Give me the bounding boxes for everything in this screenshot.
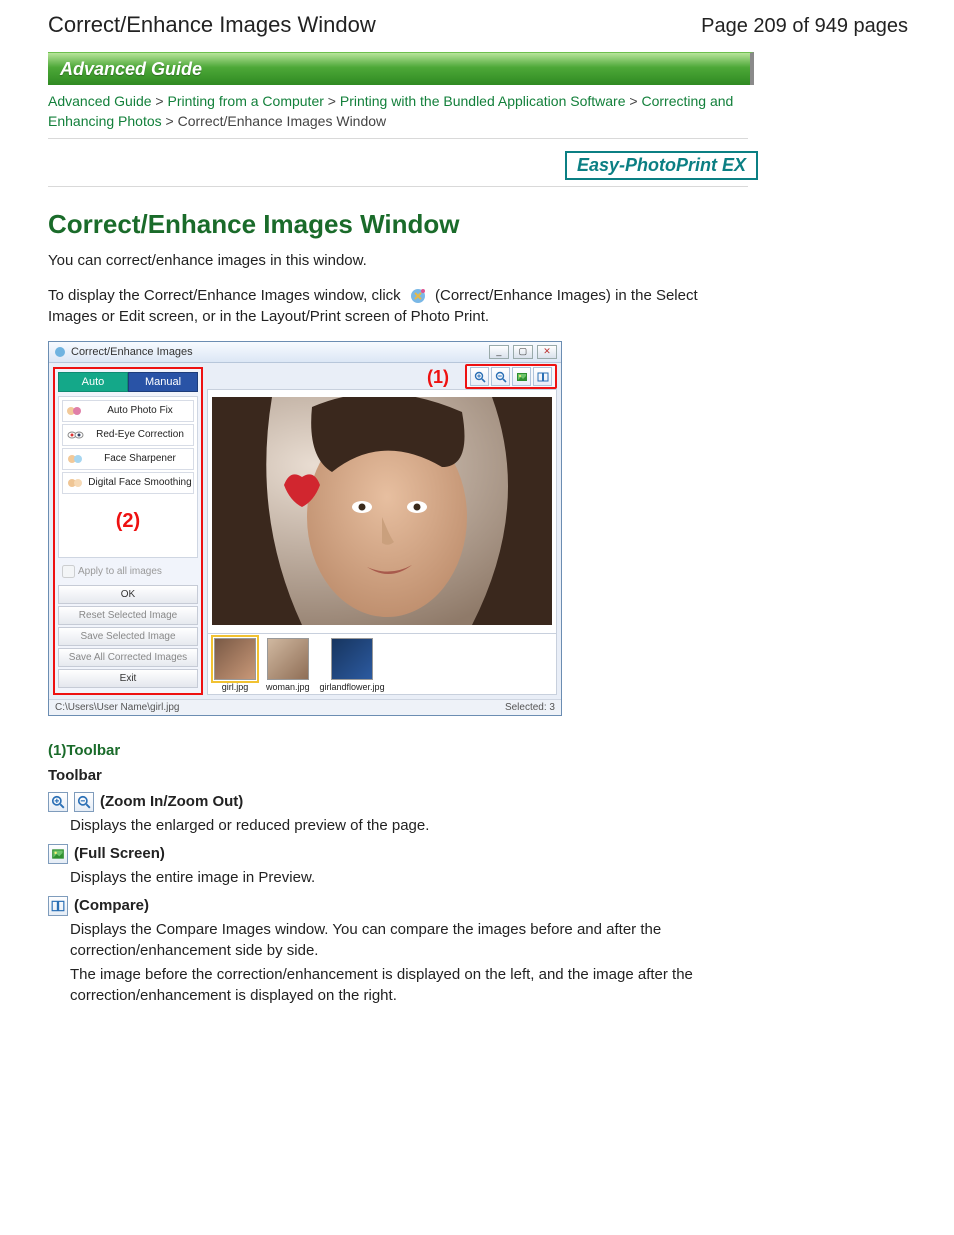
close-button[interactable]: ✕ — [537, 345, 557, 359]
save-selected-button[interactable]: Save Selected Image — [58, 627, 198, 646]
reset-selected-button[interactable]: Reset Selected Image — [58, 606, 198, 625]
app-title: Correct/Enhance Images — [71, 346, 193, 358]
face-sharpener-icon — [63, 452, 87, 466]
annotation-1: (1) — [427, 367, 449, 388]
toolbar-item-fullscreen: (Full Screen) Displays the entire image … — [48, 844, 908, 888]
face-smoothing-icon — [63, 476, 87, 490]
page-title: Correct/Enhance Images Window — [48, 209, 908, 240]
breadcrumb-link[interactable]: Advanced Guide — [48, 93, 152, 109]
toolbar-group — [465, 364, 557, 389]
app-window: Correct/Enhance Images _ ▢ ✕ Auto Manual… — [48, 341, 562, 716]
annotation-2: (2) — [62, 510, 194, 533]
status-path: C:\Users\User Name\girl.jpg — [55, 702, 179, 713]
breadcrumb-link[interactable]: Printing from a Computer — [168, 93, 324, 109]
tab-auto[interactable]: Auto — [58, 372, 128, 392]
page-header-title: Correct/Enhance Images Window — [48, 12, 376, 38]
toolbar: (1) — [207, 367, 557, 387]
maximize-button[interactable]: ▢ — [513, 345, 533, 359]
divider — [48, 138, 748, 139]
toolbar-item-compare: (Compare) Displays the Compare Images wi… — [48, 896, 908, 1006]
auto-photo-fix-icon — [63, 404, 87, 418]
option-face-smoothing[interactable]: Digital Face Smoothing — [62, 472, 194, 494]
full-screen-icon — [48, 844, 68, 864]
zoom-in-button[interactable] — [470, 367, 489, 386]
item-body: Displays the enlarged or reduced preview… — [70, 815, 750, 836]
window-buttons: _ ▢ ✕ — [488, 345, 557, 359]
item-body: The image before the correction/enhancem… — [70, 964, 750, 1006]
correct-enhance-icon — [409, 287, 427, 305]
red-eye-icon — [63, 428, 87, 442]
compare-icon — [48, 896, 68, 916]
option-red-eye[interactable]: Red-Eye Correction — [62, 424, 194, 446]
option-face-sharpener[interactable]: Face Sharpener — [62, 448, 194, 470]
toolbar-item-zoom: (Zoom In/Zoom Out) Displays the enlarged… — [48, 792, 908, 836]
breadcrumb-link[interactable]: Printing with the Bundled Application So… — [340, 93, 626, 109]
thumbnail[interactable]: girl.jpg — [214, 638, 256, 692]
app-title-icon — [53, 345, 67, 359]
section-heading: (1)Toolbar — [48, 742, 908, 759]
section-subheading: Toolbar — [48, 767, 908, 784]
zoom-out-button[interactable] — [491, 367, 510, 386]
item-title: (Compare) — [74, 897, 149, 914]
intro-text: To display the Correct/Enhance Images wi… — [48, 285, 748, 327]
product-badge: Easy-PhotoPrint EX — [565, 151, 758, 180]
intro-text: You can correct/enhance images in this w… — [48, 250, 748, 271]
item-title: (Zoom In/Zoom Out) — [100, 793, 243, 810]
tab-manual[interactable]: Manual — [128, 372, 198, 392]
item-title: (Full Screen) — [74, 845, 165, 862]
compare-button[interactable] — [533, 367, 552, 386]
exit-button[interactable]: Exit — [58, 669, 198, 688]
apply-all-checkbox[interactable]: Apply to all images — [58, 562, 198, 581]
breadcrumb-current: Correct/Enhance Images Window — [178, 113, 387, 129]
left-panel: Auto Manual Auto Photo Fix Red-Eye Corre… — [53, 367, 203, 695]
ok-button[interactable]: OK — [58, 585, 198, 604]
zoom-out-icon — [74, 792, 94, 812]
status-selected-count: Selected: 3 — [505, 702, 555, 713]
page-number: Page 209 of 949 pages — [701, 15, 908, 38]
zoom-in-icon — [48, 792, 68, 812]
full-screen-button[interactable] — [512, 367, 531, 386]
minimize-button[interactable]: _ — [489, 345, 509, 359]
app-titlebar: Correct/Enhance Images _ ▢ ✕ — [49, 342, 561, 363]
thumbnail[interactable]: woman.jpg — [266, 638, 310, 692]
image-preview — [207, 389, 557, 634]
option-auto-photo-fix[interactable]: Auto Photo Fix — [62, 400, 194, 422]
save-all-button[interactable]: Save All Corrected Images — [58, 648, 198, 667]
thumbnail-strip: girl.jpg woman.jpg girlandflower.jpg — [207, 634, 557, 695]
item-body: Displays the entire image in Preview. — [70, 867, 750, 888]
thumbnail[interactable]: girlandflower.jpg — [320, 638, 385, 692]
item-body: Displays the Compare Images window. You … — [70, 919, 750, 961]
guide-banner: Advanced Guide — [48, 52, 754, 85]
divider — [48, 186, 748, 187]
breadcrumb: Advanced Guide > Printing from a Compute… — [48, 91, 748, 132]
status-bar: C:\Users\User Name\girl.jpg Selected: 3 — [49, 699, 561, 715]
